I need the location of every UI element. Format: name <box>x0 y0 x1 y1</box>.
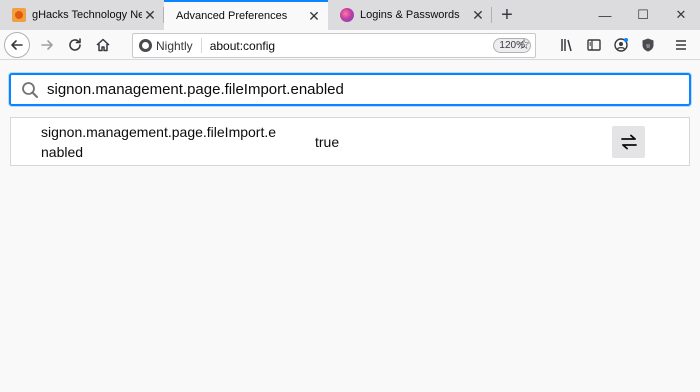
svg-text:u: u <box>646 44 649 50</box>
maximize-icon[interactable]: ☐ <box>624 0 662 30</box>
tab-strip: gHacks Technology News ✕ Advanced Prefer… <box>0 0 700 30</box>
close-icon[interactable]: ✕ <box>142 7 158 23</box>
ublock-button[interactable]: u <box>634 32 661 58</box>
pref-row: signon.management.page.fileImport.enable… <box>10 117 690 166</box>
nightly-icon <box>139 39 152 52</box>
back-arrow-icon <box>11 39 23 50</box>
reload-button[interactable] <box>62 32 88 58</box>
search-input[interactable] <box>43 81 689 98</box>
sidebar-icon <box>586 39 601 51</box>
url-bar[interactable]: Nightly about:config 120% <box>132 33 536 58</box>
window-close-icon[interactable]: ✕ <box>662 0 700 30</box>
tab-advanced-preferences[interactable]: Advanced Preferences ✕ <box>164 0 328 30</box>
pref-value: true <box>315 133 340 150</box>
menu-button[interactable] <box>667 32 694 58</box>
home-icon <box>96 38 110 51</box>
ghacks-favicon-icon <box>12 8 26 22</box>
close-icon[interactable]: ✕ <box>470 7 486 23</box>
nav-bar: Nightly about:config 120% ☆ u <box>0 30 700 60</box>
logins-favicon-icon <box>340 8 354 22</box>
tab-logins-passwords[interactable]: Logins & Passwords ✕ <box>328 0 492 30</box>
pref-name: signon.management.page.fileImport.enable… <box>41 123 277 160</box>
back-button[interactable] <box>4 31 30 58</box>
url-text[interactable]: about:config <box>202 39 494 53</box>
window-controls: — ☐ ✕ <box>586 0 700 30</box>
toggle-button[interactable] <box>612 126 645 158</box>
toolbar-right: u <box>553 32 694 58</box>
reload-icon <box>69 37 81 51</box>
identity-label: Nightly <box>156 38 193 53</box>
hamburger-menu-icon <box>675 40 686 50</box>
account-icon <box>613 38 628 52</box>
home-button[interactable] <box>90 32 116 58</box>
close-icon[interactable]: ✕ <box>306 8 322 24</box>
config-search-box[interactable] <box>9 73 691 106</box>
bookmark-star-icon[interactable]: ☆ <box>514 36 534 53</box>
tab-title: gHacks Technology News <box>32 9 142 21</box>
sidebar-button[interactable] <box>580 32 607 58</box>
search-icon <box>17 81 43 99</box>
forward-button[interactable] <box>34 32 60 58</box>
account-button[interactable] <box>607 32 634 58</box>
minimize-icon[interactable]: — <box>586 0 624 30</box>
shield-icon: u <box>642 38 653 52</box>
library-button[interactable] <box>553 32 580 58</box>
identity-box[interactable]: Nightly <box>133 38 202 53</box>
tab-ghacks[interactable]: gHacks Technology News ✕ <box>0 0 164 30</box>
forward-arrow-icon <box>41 39 53 50</box>
tab-title: Advanced Preferences <box>176 10 288 22</box>
toggle-icon <box>620 134 637 150</box>
tab-title: Logins & Passwords <box>360 9 460 21</box>
library-icon <box>560 39 572 52</box>
new-tab-button[interactable]: + <box>492 0 522 30</box>
